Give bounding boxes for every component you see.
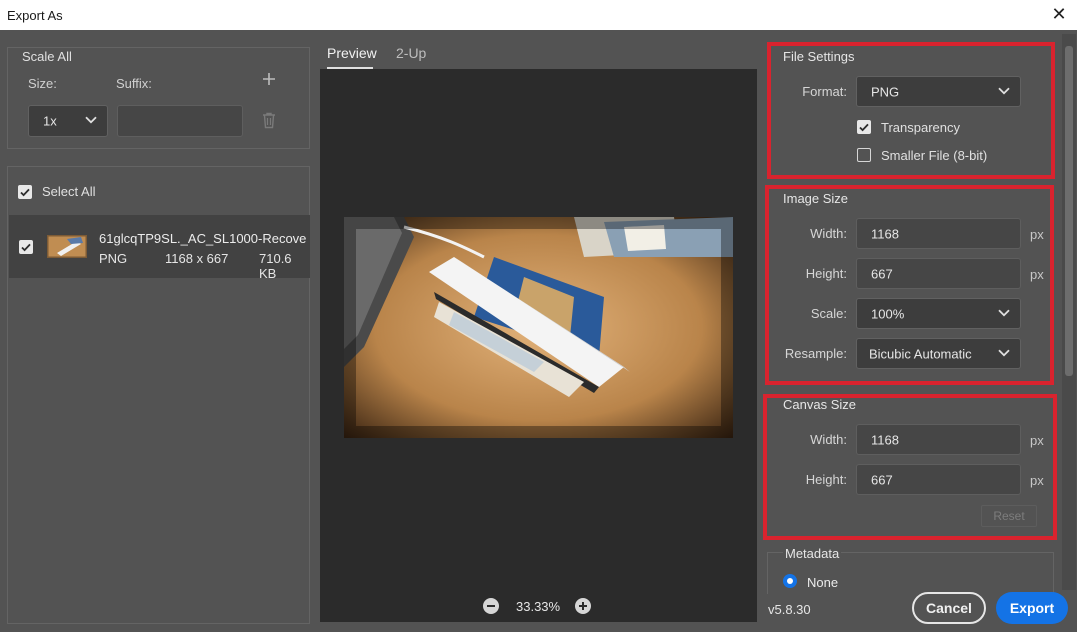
canvas-width-input[interactable]: 1168 (856, 424, 1021, 455)
checkmark-icon (21, 243, 31, 252)
preview-image (344, 217, 733, 438)
add-scale-icon[interactable] (262, 72, 276, 89)
asset-list-panel: Select All 61glcqTP9SL._AC_SL1000-Recove… (7, 166, 310, 624)
scale-all-title: Scale All (22, 49, 72, 64)
image-width-label: Width: (810, 226, 847, 241)
size-dropdown-value: 1x (43, 113, 57, 129)
image-height-label: Height: (805, 266, 847, 281)
metadata-title: Metadata (783, 546, 842, 561)
none-radio[interactable] (783, 574, 797, 591)
chevron-down-icon (998, 309, 1010, 316)
canvas-height-value: 667 (871, 472, 893, 487)
close-icon[interactable]: ✕ (1049, 4, 1069, 24)
cancel-button[interactable]: Cancel (912, 592, 986, 624)
zoom-out-icon[interactable] (483, 598, 499, 617)
asset-format: PNG (99, 251, 128, 266)
canvas-width-value: 1168 (871, 432, 899, 447)
image-height-value: 667 (871, 266, 893, 281)
canvas-height-label: Height: (805, 472, 847, 487)
none-radio-label: None (807, 575, 839, 590)
format-dropdown[interactable]: PNG (856, 76, 1021, 107)
scale-all-panel: Scale All Size: Suffix: 1x (7, 47, 310, 149)
version-label: v5.8.30 (768, 602, 811, 617)
asset-name: 61glcqTP9SL._AC_SL1000-Recove (99, 231, 307, 246)
asset-thumbnail (47, 235, 87, 258)
suffix-label: Suffix: (116, 76, 152, 91)
chevron-down-icon (998, 87, 1010, 94)
image-height-unit: px (1030, 267, 1044, 282)
tab-preview[interactable]: Preview (327, 45, 377, 61)
select-all-label: Select All (42, 184, 96, 199)
reset-button[interactable]: Reset (981, 505, 1037, 527)
asset-checkbox[interactable] (19, 240, 33, 254)
image-width-input[interactable]: 1168 (856, 218, 1021, 249)
chevron-down-icon (998, 349, 1010, 356)
format-dropdown-value: PNG (871, 84, 900, 99)
asset-row[interactable]: 61glcqTP9SL._AC_SL1000-Recove PNG 1168 x… (9, 215, 310, 281)
canvas-width-label: Width: (810, 432, 847, 447)
size-dropdown[interactable]: 1x (28, 105, 108, 137)
asset-filesize: 710.6 KB (259, 251, 292, 281)
file-settings-title: File Settings (783, 49, 855, 64)
export-button[interactable]: Export (996, 592, 1068, 624)
scrollbar-thumb[interactable] (1065, 46, 1073, 376)
resample-label: Resample: (784, 346, 847, 361)
resample-dropdown-value: Bicubic Automatic (869, 346, 972, 361)
checkmark-icon (20, 188, 30, 197)
chevron-down-icon (85, 116, 97, 124)
tab-2-up[interactable]: 2-Up (396, 45, 426, 61)
preview-area (320, 69, 757, 622)
image-size-title: Image Size (783, 191, 849, 206)
canvas-width-unit: px (1030, 433, 1044, 448)
transparency-checkbox[interactable] (857, 120, 871, 134)
size-label: Size: (28, 76, 57, 91)
resample-dropdown[interactable]: Bicubic Automatic (856, 338, 1021, 369)
asset-dimensions: 1168 x 667 (165, 251, 229, 266)
format-label: Format: (802, 84, 847, 99)
image-width-value: 1168 (871, 226, 899, 241)
suffix-input[interactable] (117, 105, 243, 137)
canvas-height-unit: px (1030, 473, 1044, 488)
smaller-file-label: Smaller File (8-bit) (881, 148, 988, 163)
canvas-size-title: Canvas Size (783, 397, 856, 412)
scale-label: Scale: (810, 306, 847, 321)
canvas-height-input[interactable]: 667 (856, 464, 1021, 495)
image-height-input[interactable]: 667 (856, 258, 1021, 289)
select-all-checkbox[interactable] (18, 185, 32, 199)
scale-dropdown[interactable]: 100% (856, 298, 1021, 329)
scale-dropdown-value: 100% (871, 306, 905, 321)
title-bar: Export As ✕ (0, 0, 1077, 30)
image-width-unit: px (1030, 227, 1044, 242)
zoom-in-icon[interactable] (575, 598, 591, 617)
transparency-label: Transparency (881, 120, 960, 135)
trash-icon[interactable] (262, 112, 276, 132)
checkmark-icon (859, 123, 869, 132)
window-title: Export As (7, 8, 63, 23)
smaller-file-checkbox[interactable] (857, 148, 871, 162)
settings-scrollbar[interactable] (1062, 34, 1076, 590)
zoom-level: 33.33% (516, 599, 561, 614)
